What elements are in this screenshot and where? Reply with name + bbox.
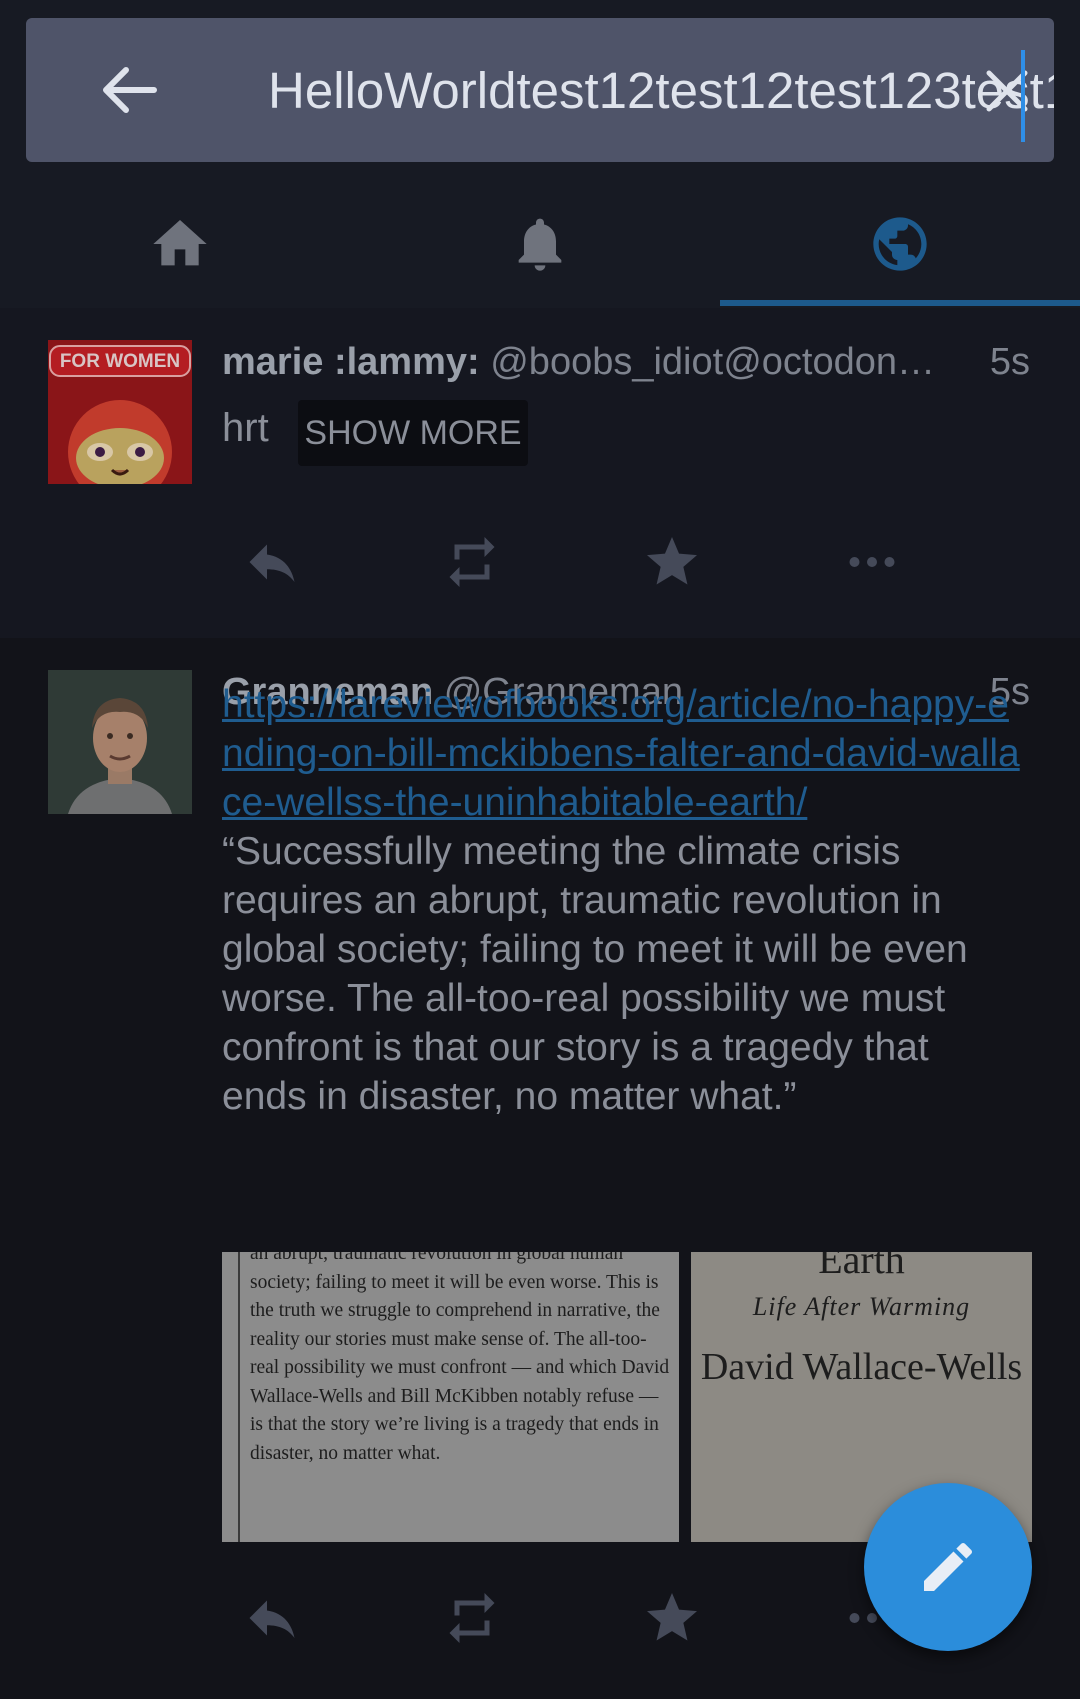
book-title-text: Earth [818, 1252, 905, 1282]
display-name[interactable]: marie :lammy: [222, 341, 480, 383]
avatar[interactable] [48, 670, 192, 814]
back-button[interactable] [98, 66, 162, 114]
favourite-button[interactable] [632, 522, 712, 602]
reply-icon [249, 1600, 295, 1638]
more-horizontal-icon [849, 557, 895, 567]
media-attachment[interactable]: an abrupt, traumatic revolution in globa… [222, 1252, 679, 1542]
avatar-image [48, 670, 192, 814]
book-subtitle-text: Life After Warming [752, 1292, 971, 1321]
timestamp: 5s [989, 341, 1030, 383]
reply-icon [249, 544, 295, 582]
avatar-banner-text: FOR WOMEN [59, 351, 181, 372]
status-content: https://lareviewofbooks.org/article/no-h… [222, 680, 1022, 1121]
status-item[interactable]: FOR WOMEN marie :lammy: @boobs_idiot@oct… [0, 308, 1080, 638]
pencil-icon [924, 1542, 973, 1591]
tab-bar [0, 190, 1080, 308]
repeat-icon [449, 1593, 495, 1643]
quote-bar [238, 1252, 240, 1542]
content-warning-text: hrt [222, 406, 269, 450]
reply-button[interactable] [232, 1578, 312, 1658]
tab-notifications[interactable] [360, 190, 720, 308]
avatar[interactable]: FOR WOMEN [48, 340, 192, 484]
status-header: marie :lammy: @boobs_idiot@octodon… [222, 336, 935, 388]
star-icon [647, 537, 697, 585]
more-button[interactable] [832, 522, 912, 602]
username: @boobs_idiot@octodon… [490, 341, 935, 383]
book-author-text: David Wallace-Wells [700, 1346, 1023, 1388]
tab-home[interactable] [0, 190, 360, 308]
top-bar: HelloWorldtest12test12test123test12 [0, 0, 1080, 308]
star-icon [647, 1593, 697, 1641]
globe-icon [873, 217, 927, 271]
repeat-icon [449, 537, 495, 587]
reply-button[interactable] [232, 522, 312, 602]
active-tab-indicator [720, 300, 1080, 306]
status-actions [222, 522, 1002, 602]
favourite-button[interactable] [632, 1578, 712, 1658]
boost-button[interactable] [432, 522, 512, 602]
media-excerpt-text: an abrupt, traumatic revolution in globa… [250, 1252, 670, 1464]
boost-button[interactable] [432, 1578, 512, 1658]
bell-icon [518, 218, 562, 271]
status-text: “Successfully meeting the climate crisis… [222, 830, 968, 1118]
search-input[interactable]: HelloWorldtest12test12test123test12 [268, 56, 1054, 126]
show-more-button[interactable]: SHOW MORE [298, 400, 528, 466]
search-bar[interactable]: HelloWorldtest12test12test123test12 [26, 18, 1054, 162]
home-icon [153, 220, 207, 266]
compose-button[interactable] [864, 1483, 1032, 1651]
arrow-left-icon [103, 67, 157, 113]
text-caret [1021, 50, 1025, 142]
article-link[interactable]: https://lareviewofbooks.org/article/no-h… [222, 683, 1020, 824]
tab-federated[interactable] [720, 190, 1080, 308]
